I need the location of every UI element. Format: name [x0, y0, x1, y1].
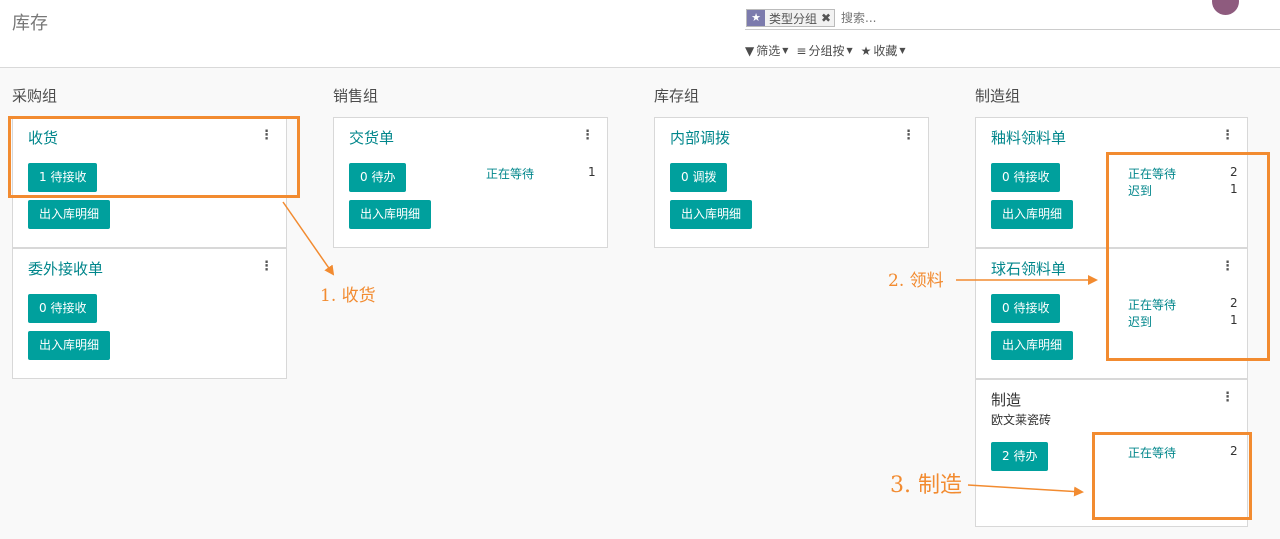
- glaze-pending-button[interactable]: 0 待接收: [991, 163, 1061, 192]
- ball-pending-button[interactable]: 0 待接收: [991, 294, 1061, 323]
- filter-icon: ▼: [745, 43, 755, 58]
- groupby-button[interactable]: ≡ 分组按 ▼: [796, 42, 852, 59]
- caret-down-icon: ▼: [782, 46, 789, 55]
- stat-waiting-count: 1: [588, 165, 596, 179]
- kebab-menu-icon[interactable]: ⋮: [260, 259, 273, 274]
- card-title[interactable]: 制造: [991, 389, 1021, 410]
- annotation-receipt: 1. 收货: [320, 286, 376, 306]
- moves-detail-button[interactable]: 出入库明细: [349, 200, 432, 229]
- search-options: ▼ 筛选 ▼ ≡ 分组按 ▼ ★ 收藏 ▼: [745, 42, 906, 59]
- remove-facet-icon[interactable]: ✖: [821, 11, 834, 25]
- internal-transfer-button[interactable]: 0 调拨: [670, 163, 728, 192]
- card-title[interactable]: 委外接收单: [28, 258, 103, 279]
- list-icon: ≡: [796, 43, 807, 58]
- moves-detail-button[interactable]: 出入库明细: [28, 331, 111, 360]
- card-subtitle: 欧文莱瓷砖: [991, 413, 1052, 427]
- moves-detail-button[interactable]: 出入库明细: [670, 200, 753, 229]
- filter-button[interactable]: ▼ 筛选 ▼: [745, 42, 788, 59]
- kebab-menu-icon[interactable]: ⋮: [1221, 128, 1234, 143]
- filter-label: 筛选: [756, 44, 781, 58]
- card-delivery[interactable]: 交货单 ⋮ 0 待办 出入库明细 正在等待 1: [333, 117, 608, 248]
- card-title[interactable]: 交货单: [349, 127, 394, 148]
- annotation-picking: 2. 领料: [888, 271, 944, 291]
- kebab-menu-icon[interactable]: ⋮: [902, 128, 915, 143]
- kebab-menu-icon[interactable]: ⋮: [581, 128, 594, 143]
- column-title-purchase: 采购组: [12, 87, 58, 105]
- stat-waiting-link[interactable]: 正在等待: [486, 165, 534, 182]
- moves-detail-button[interactable]: 出入库明细: [991, 331, 1074, 360]
- card-title[interactable]: 釉料领料单: [991, 127, 1066, 148]
- kebab-menu-icon[interactable]: ⋮: [1221, 390, 1234, 405]
- column-title-sales: 销售组: [333, 87, 379, 105]
- caret-down-icon: ▼: [846, 46, 853, 55]
- highlight-box-receipt: [8, 116, 300, 198]
- favorites-button[interactable]: ★ 收藏 ▼: [861, 42, 906, 59]
- highlight-box-picking: [1106, 152, 1270, 361]
- control-panel: 库存 ★ 类型分组 ✖ ▼ 筛选 ▼ ≡ 分组按 ▼ ★ 收藏 ▼: [0, 0, 1280, 68]
- card-outsource[interactable]: 委外接收单 ⋮ 0 待接收 出入库明细: [12, 248, 287, 379]
- page-title: 库存: [12, 13, 48, 34]
- star-icon: ★: [747, 10, 765, 26]
- facet-label: 类型分组: [769, 11, 818, 26]
- moves-detail-button[interactable]: 出入库明细: [991, 200, 1074, 229]
- column-title-inventory: 库存组: [654, 87, 700, 105]
- column-title-manufacturing: 制造组: [975, 87, 1021, 105]
- caret-down-icon: ▼: [899, 46, 906, 55]
- card-internal[interactable]: 内部调拨 ⋮ 0 调拨 出入库明细: [654, 117, 929, 248]
- search-bar: ★ 类型分组 ✖: [745, 8, 1280, 30]
- card-title[interactable]: 内部调拨: [670, 127, 730, 148]
- moves-detail-button[interactable]: 出入库明细: [28, 200, 111, 229]
- arrow-receipt: [282, 201, 335, 276]
- delivery-todo-button[interactable]: 0 待办: [349, 163, 407, 192]
- card-title[interactable]: 球石领料单: [991, 258, 1066, 279]
- outsource-pending-button[interactable]: 0 待接收: [28, 294, 98, 323]
- favorites-label: 收藏: [873, 44, 898, 58]
- highlight-box-manufacture: [1092, 432, 1252, 520]
- search-input[interactable]: [841, 9, 1261, 27]
- groupby-label: 分组按: [808, 44, 845, 58]
- annotation-manufacture: 3. 制造: [890, 473, 962, 498]
- search-facet[interactable]: ★ 类型分组 ✖: [746, 9, 836, 27]
- star-icon: ★: [860, 43, 872, 58]
- manufacture-todo-button[interactable]: 2 待办: [991, 442, 1049, 471]
